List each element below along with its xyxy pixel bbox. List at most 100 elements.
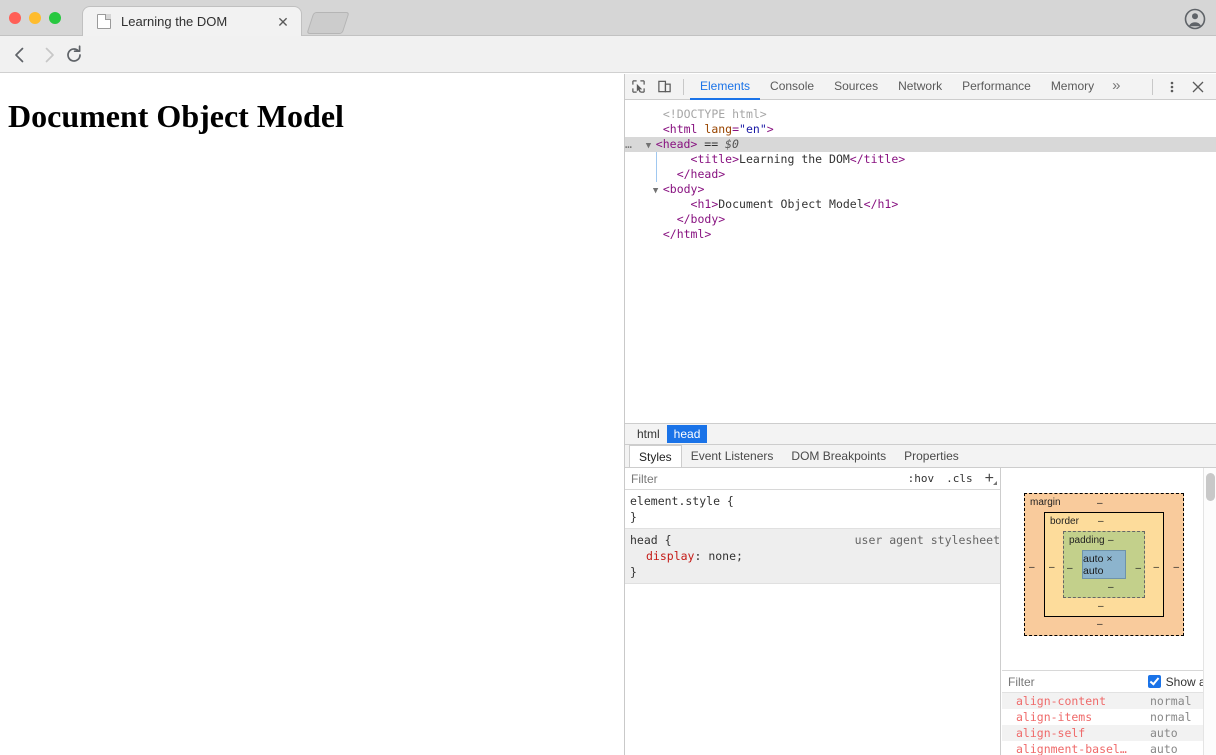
dom-tree-row[interactable]: </html> [625, 227, 1216, 242]
forward-button [37, 43, 61, 67]
indent-guide [656, 167, 657, 182]
close-window-button[interactable] [9, 12, 21, 24]
computed-filter-row: Filter Show all [1002, 671, 1216, 693]
border-bottom-value[interactable]: – [1098, 602, 1104, 612]
back-button[interactable] [8, 43, 32, 67]
window-traffic-lights [9, 12, 61, 24]
tab-properties[interactable]: Properties [895, 445, 968, 467]
breadcrumb: html head [625, 423, 1216, 445]
border-right-value[interactable]: – [1153, 563, 1159, 573]
computed-property-row[interactable]: align-contentnormal [1002, 693, 1216, 709]
computed-property-name: align-content [1016, 694, 1150, 708]
styles-filter-row: Filter :hov .cls + [625, 468, 1000, 490]
box-model-margin[interactable]: margin – – – – border – – – – padding – [1024, 493, 1184, 636]
close-devtools-icon[interactable] [1185, 75, 1211, 99]
tab-network[interactable]: Network [888, 74, 952, 100]
styles-pane: Filter :hov .cls + element.style { } hea… [625, 468, 1001, 755]
style-rule-element-style[interactable]: element.style { } [625, 490, 1000, 528]
dom-token: Learning the DOM [739, 152, 850, 166]
computed-property-value: normal [1150, 710, 1192, 724]
box-model-border[interactable]: border – – – – padding – – – – auto × au… [1044, 512, 1164, 617]
computed-property-name: alignment-basel… [1016, 742, 1150, 755]
box-model-padding[interactable]: padding – – – – auto × auto [1063, 531, 1145, 598]
indent-guide [656, 152, 657, 167]
margin-top-value[interactable]: – [1097, 499, 1103, 509]
margin-right-value[interactable]: – [1173, 563, 1179, 573]
border-top-value[interactable]: – [1098, 517, 1104, 527]
styles-sidebar-tab-list: Styles Event Listeners DOM Breakpoints P… [625, 445, 1216, 468]
cls-toggle-button[interactable]: .cls [946, 472, 973, 485]
rule-close-brace: } [630, 564, 1000, 580]
computed-pane-scrollbar[interactable] [1203, 468, 1216, 755]
computed-property-row[interactable]: align-itemsnormal [1002, 709, 1216, 725]
dom-tree-row[interactable]: <h1>Document Object Model</h1> [625, 197, 1216, 212]
style-rule-head[interactable]: head { user agent stylesheet display: no… [625, 528, 1000, 584]
tab-console[interactable]: Console [760, 74, 824, 100]
computed-property-value: auto [1150, 742, 1178, 755]
rule-close-brace: } [630, 509, 1000, 525]
zoom-window-button[interactable] [49, 12, 61, 24]
scrollbar-thumb[interactable] [1206, 473, 1215, 501]
dom-token: $0 [725, 137, 739, 151]
devtools-toolbar-right [1146, 75, 1216, 99]
minimize-window-button[interactable] [29, 12, 41, 24]
tab-sources[interactable]: Sources [824, 74, 888, 100]
tab-event-listeners[interactable]: Event Listeners [682, 445, 783, 467]
declaration-value[interactable]: none; [708, 549, 743, 563]
breadcrumb-item-html[interactable]: html [630, 425, 667, 443]
padding-bottom-value[interactable]: – [1108, 583, 1114, 593]
reload-button[interactable] [62, 43, 86, 67]
computed-filter-input[interactable]: Filter [1008, 675, 1035, 689]
profile-avatar-button[interactable] [1184, 8, 1206, 30]
dom-tree-row[interactable]: <title>Learning the DOM</title> [625, 152, 1216, 167]
breadcrumb-item-head[interactable]: head [667, 425, 708, 443]
toolbar-divider-right [1152, 79, 1153, 95]
margin-left-value[interactable]: – [1029, 563, 1035, 573]
tab-styles[interactable]: Styles [629, 445, 682, 467]
new-tab-button[interactable] [306, 12, 349, 34]
devtools-settings-kebab-icon[interactable] [1159, 75, 1185, 99]
devtools-toolbar: Elements Console Sources Network Perform… [625, 74, 1216, 100]
styles-pane-scrollbar[interactable] [988, 468, 1000, 755]
more-tabs-chevron-icon[interactable]: » [1104, 74, 1128, 100]
tab-memory[interactable]: Memory [1041, 74, 1104, 100]
border-left-value[interactable]: – [1049, 563, 1055, 573]
dom-tree-row[interactable]: <!DOCTYPE html> [625, 107, 1216, 122]
rule-origin: user agent stylesheet [855, 532, 1000, 548]
padding-right-value[interactable]: – [1135, 564, 1141, 574]
expand-ellipsis[interactable]: … [625, 137, 632, 151]
padding-top-value[interactable]: – [1108, 536, 1114, 546]
browser-tab[interactable]: Learning the DOM ✕ [82, 6, 302, 36]
margin-bottom-value[interactable]: – [1097, 620, 1103, 630]
computed-property-row[interactable]: alignment-basel…auto [1002, 741, 1216, 755]
show-all-checkbox[interactable] [1148, 675, 1161, 688]
dom-token: <!DOCTYPE html> [663, 107, 767, 121]
dom-token: <body> [663, 182, 705, 196]
dom-tree-row[interactable]: ▼<body> [625, 182, 1216, 197]
styles-filter-input[interactable]: Filter [631, 472, 658, 486]
computed-properties-list: align-contentnormalalign-itemsnormalalig… [1002, 693, 1216, 755]
inspect-element-icon[interactable] [625, 75, 651, 99]
dom-token: <h1> [691, 197, 719, 211]
device-toolbar-icon[interactable] [651, 75, 677, 99]
dom-tree[interactable]: <!DOCTYPE html> <html lang="en">… ▼<head… [625, 100, 1216, 423]
style-declaration[interactable]: display: none; [630, 548, 1000, 564]
computed-styles-pane: margin – – – – border – – – – padding – [1002, 468, 1216, 755]
padding-left-value[interactable]: – [1067, 564, 1073, 574]
dom-tree-row[interactable]: </body> [625, 212, 1216, 227]
show-all-toggle[interactable]: Show all [1148, 675, 1211, 689]
computed-property-name: align-self [1016, 726, 1150, 740]
tab-elements[interactable]: Elements [690, 74, 760, 100]
dom-tree-row[interactable]: <html lang="en"> [625, 122, 1216, 137]
tab-performance[interactable]: Performance [952, 74, 1041, 100]
close-tab-button[interactable]: ✕ [275, 14, 291, 30]
box-model-content[interactable]: auto × auto [1082, 550, 1126, 579]
dom-tree-row[interactable]: … ▼<head> == $0 [625, 137, 1216, 152]
dom-token: </head> [677, 167, 725, 181]
tab-title: Learning the DOM [121, 14, 227, 29]
tab-dom-breakpoints[interactable]: DOM Breakpoints [782, 445, 895, 467]
dom-tree-row[interactable]: </head> [625, 167, 1216, 182]
hov-toggle-button[interactable]: :hov [908, 472, 935, 485]
computed-property-row[interactable]: align-selfauto [1002, 725, 1216, 741]
declaration-name[interactable]: display [630, 549, 694, 563]
